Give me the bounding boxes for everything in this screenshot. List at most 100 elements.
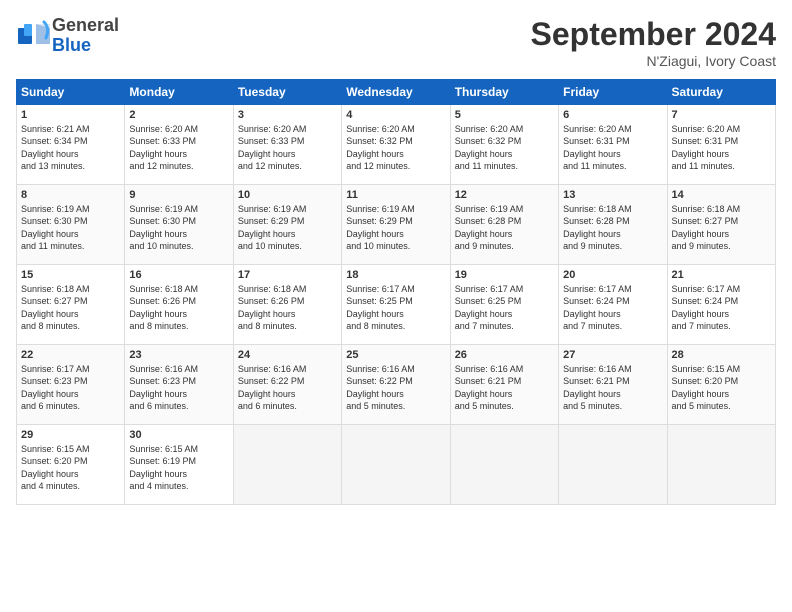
calendar-cell: 30 Sunrise: 6:15 AM Sunset: 6:19 PM Dayl… [125, 425, 233, 505]
calendar-cell: 8 Sunrise: 6:19 AM Sunset: 6:30 PM Dayli… [17, 185, 125, 265]
logo-icon [16, 18, 52, 54]
calendar-week-row: 29 Sunrise: 6:15 AM Sunset: 6:20 PM Dayl… [17, 425, 776, 505]
calendar-cell: 4 Sunrise: 6:20 AM Sunset: 6:32 PM Dayli… [342, 105, 450, 185]
day-info: Sunrise: 6:18 AM Sunset: 6:28 PM Dayligh… [563, 203, 662, 252]
day-info: Sunrise: 6:19 AM Sunset: 6:30 PM Dayligh… [21, 203, 120, 252]
day-info: Sunrise: 6:18 AM Sunset: 6:27 PM Dayligh… [21, 283, 120, 332]
title-block: September 2024 N'Ziagui, Ivory Coast [531, 16, 776, 69]
logo-line2: Blue [52, 36, 119, 56]
calendar-cell [450, 425, 558, 505]
calendar-cell: 6 Sunrise: 6:20 AM Sunset: 6:31 PM Dayli… [559, 105, 667, 185]
col-tuesday: Tuesday [233, 80, 341, 105]
day-info: Sunrise: 6:16 AM Sunset: 6:22 PM Dayligh… [238, 363, 337, 412]
day-number: 1 [21, 108, 120, 122]
day-number: 25 [346, 348, 445, 362]
day-number: 6 [563, 108, 662, 122]
location-subtitle: N'Ziagui, Ivory Coast [531, 53, 776, 69]
day-number: 2 [129, 108, 228, 122]
calendar-cell: 22 Sunrise: 6:17 AM Sunset: 6:23 PM Dayl… [17, 345, 125, 425]
day-info: Sunrise: 6:17 AM Sunset: 6:24 PM Dayligh… [672, 283, 771, 332]
day-info: Sunrise: 6:19 AM Sunset: 6:28 PM Dayligh… [455, 203, 554, 252]
calendar-cell [559, 425, 667, 505]
calendar-cell: 27 Sunrise: 6:16 AM Sunset: 6:21 PM Dayl… [559, 345, 667, 425]
col-saturday: Saturday [667, 80, 775, 105]
calendar-cell: 28 Sunrise: 6:15 AM Sunset: 6:20 PM Dayl… [667, 345, 775, 425]
col-sunday: Sunday [17, 80, 125, 105]
col-thursday: Thursday [450, 80, 558, 105]
calendar-cell: 12 Sunrise: 6:19 AM Sunset: 6:28 PM Dayl… [450, 185, 558, 265]
day-info: Sunrise: 6:18 AM Sunset: 6:26 PM Dayligh… [129, 283, 228, 332]
header: General Blue September 2024 N'Ziagui, Iv… [16, 16, 776, 69]
day-number: 11 [346, 188, 445, 202]
calendar-cell: 5 Sunrise: 6:20 AM Sunset: 6:32 PM Dayli… [450, 105, 558, 185]
calendar-cell: 25 Sunrise: 6:16 AM Sunset: 6:22 PM Dayl… [342, 345, 450, 425]
day-info: Sunrise: 6:20 AM Sunset: 6:32 PM Dayligh… [455, 123, 554, 172]
calendar-header-row: Sunday Monday Tuesday Wednesday Thursday… [17, 80, 776, 105]
col-monday: Monday [125, 80, 233, 105]
day-number: 21 [672, 268, 771, 282]
month-title: September 2024 [531, 16, 776, 53]
calendar-cell: 16 Sunrise: 6:18 AM Sunset: 6:26 PM Dayl… [125, 265, 233, 345]
calendar-cell: 23 Sunrise: 6:16 AM Sunset: 6:23 PM Dayl… [125, 345, 233, 425]
day-number: 24 [238, 348, 337, 362]
day-number: 7 [672, 108, 771, 122]
calendar-cell: 14 Sunrise: 6:18 AM Sunset: 6:27 PM Dayl… [667, 185, 775, 265]
day-info: Sunrise: 6:20 AM Sunset: 6:33 PM Dayligh… [238, 123, 337, 172]
day-info: Sunrise: 6:21 AM Sunset: 6:34 PM Dayligh… [21, 123, 120, 172]
calendar-cell: 15 Sunrise: 6:18 AM Sunset: 6:27 PM Dayl… [17, 265, 125, 345]
calendar-cell: 13 Sunrise: 6:18 AM Sunset: 6:28 PM Dayl… [559, 185, 667, 265]
calendar-week-row: 1 Sunrise: 6:21 AM Sunset: 6:34 PM Dayli… [17, 105, 776, 185]
calendar-cell: 17 Sunrise: 6:18 AM Sunset: 6:26 PM Dayl… [233, 265, 341, 345]
calendar-cell: 2 Sunrise: 6:20 AM Sunset: 6:33 PM Dayli… [125, 105, 233, 185]
calendar-cell [342, 425, 450, 505]
logo: General Blue [16, 16, 119, 56]
calendar-cell: 1 Sunrise: 6:21 AM Sunset: 6:34 PM Dayli… [17, 105, 125, 185]
calendar-cell [233, 425, 341, 505]
day-number: 29 [21, 428, 120, 442]
calendar-cell: 20 Sunrise: 6:17 AM Sunset: 6:24 PM Dayl… [559, 265, 667, 345]
day-number: 10 [238, 188, 337, 202]
calendar-cell: 11 Sunrise: 6:19 AM Sunset: 6:29 PM Dayl… [342, 185, 450, 265]
day-number: 22 [21, 348, 120, 362]
day-number: 26 [455, 348, 554, 362]
col-wednesday: Wednesday [342, 80, 450, 105]
calendar-cell: 24 Sunrise: 6:16 AM Sunset: 6:22 PM Dayl… [233, 345, 341, 425]
day-number: 12 [455, 188, 554, 202]
day-info: Sunrise: 6:17 AM Sunset: 6:25 PM Dayligh… [346, 283, 445, 332]
day-number: 3 [238, 108, 337, 122]
day-number: 20 [563, 268, 662, 282]
day-info: Sunrise: 6:20 AM Sunset: 6:33 PM Dayligh… [129, 123, 228, 172]
calendar-cell: 19 Sunrise: 6:17 AM Sunset: 6:25 PM Dayl… [450, 265, 558, 345]
day-number: 15 [21, 268, 120, 282]
day-info: Sunrise: 6:15 AM Sunset: 6:20 PM Dayligh… [672, 363, 771, 412]
day-number: 16 [129, 268, 228, 282]
day-number: 27 [563, 348, 662, 362]
day-number: 18 [346, 268, 445, 282]
day-info: Sunrise: 6:16 AM Sunset: 6:21 PM Dayligh… [563, 363, 662, 412]
day-info: Sunrise: 6:17 AM Sunset: 6:24 PM Dayligh… [563, 283, 662, 332]
day-number: 5 [455, 108, 554, 122]
day-info: Sunrise: 6:19 AM Sunset: 6:30 PM Dayligh… [129, 203, 228, 252]
calendar-cell: 3 Sunrise: 6:20 AM Sunset: 6:33 PM Dayli… [233, 105, 341, 185]
day-info: Sunrise: 6:15 AM Sunset: 6:20 PM Dayligh… [21, 443, 120, 492]
day-info: Sunrise: 6:17 AM Sunset: 6:25 PM Dayligh… [455, 283, 554, 332]
calendar-cell: 10 Sunrise: 6:19 AM Sunset: 6:29 PM Dayl… [233, 185, 341, 265]
day-number: 13 [563, 188, 662, 202]
day-number: 30 [129, 428, 228, 442]
day-number: 8 [21, 188, 120, 202]
calendar-cell [667, 425, 775, 505]
day-info: Sunrise: 6:16 AM Sunset: 6:21 PM Dayligh… [455, 363, 554, 412]
day-info: Sunrise: 6:16 AM Sunset: 6:22 PM Dayligh… [346, 363, 445, 412]
logo-line1: General [52, 16, 119, 36]
calendar-week-row: 15 Sunrise: 6:18 AM Sunset: 6:27 PM Dayl… [17, 265, 776, 345]
calendar-week-row: 22 Sunrise: 6:17 AM Sunset: 6:23 PM Dayl… [17, 345, 776, 425]
day-number: 9 [129, 188, 228, 202]
day-info: Sunrise: 6:20 AM Sunset: 6:31 PM Dayligh… [672, 123, 771, 172]
day-number: 28 [672, 348, 771, 362]
day-info: Sunrise: 6:18 AM Sunset: 6:26 PM Dayligh… [238, 283, 337, 332]
calendar-week-row: 8 Sunrise: 6:19 AM Sunset: 6:30 PM Dayli… [17, 185, 776, 265]
calendar-cell: 29 Sunrise: 6:15 AM Sunset: 6:20 PM Dayl… [17, 425, 125, 505]
day-number: 17 [238, 268, 337, 282]
day-number: 23 [129, 348, 228, 362]
calendar-cell: 26 Sunrise: 6:16 AM Sunset: 6:21 PM Dayl… [450, 345, 558, 425]
